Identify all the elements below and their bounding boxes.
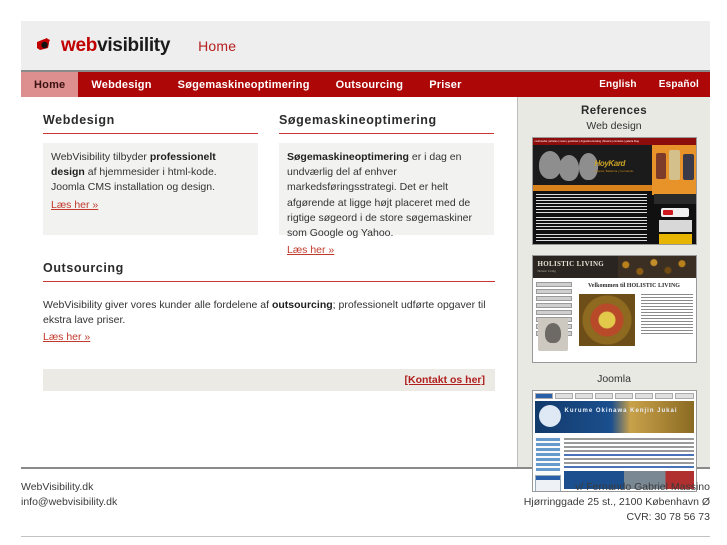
contact-us-link[interactable]: [Kontakt os her] <box>404 374 485 386</box>
thumb2-subtitle: Holistic Living <box>537 269 556 273</box>
contact-bar: [Kontakt os her] <box>43 369 495 391</box>
footer-owner: v/ Fernando Gabriel Massino <box>575 481 710 493</box>
section-webdesign-title: Webdesign <box>43 113 258 134</box>
site-footer: WebVisibility.dk info@webvisibility.dk v… <box>21 480 710 537</box>
page-title: Home <box>198 37 237 54</box>
nav-item-webdesign[interactable]: Webdesign <box>78 72 164 97</box>
thumb3-nav <box>534 393 694 399</box>
section-webdesign: Webdesign WebVisibility tilbyder profess… <box>43 113 258 235</box>
main-navigation: Home Webdesign Søgemaskineoptimering Out… <box>21 72 710 97</box>
thumb1-links: multimedia | artistas | news | gestionar… <box>534 140 639 143</box>
camera-eye-icon <box>36 37 56 54</box>
thumb1-logo-text: HoyKard <box>594 159 626 168</box>
logo-web-text: web <box>61 35 98 56</box>
thumb1-logo-sub: Música, Bailarina y Fernando <box>594 169 634 173</box>
footer-email[interactable]: info@webvisibility.dk <box>21 495 117 510</box>
thumb3-logo-mark <box>538 405 561 427</box>
site-header: webvisibility Home <box>21 21 710 72</box>
nav-item-outsourcing[interactable]: Outsourcing <box>323 72 417 97</box>
nav-item-priser[interactable]: Priser <box>416 72 474 97</box>
footer-cvr: CVR: 30 78 56 73 <box>626 511 710 524</box>
section-outsourcing-title: Outsourcing <box>43 261 495 282</box>
section-seo-body: Søgemaskineoptimering er i dag en undvær… <box>279 143 494 256</box>
nav-item-home[interactable]: Home <box>21 72 79 97</box>
outsourcing-readmore-link[interactable]: Læs her » <box>43 330 90 345</box>
thumb1-badge <box>658 234 692 244</box>
footer-address: Hjørringgade 25 st., 2100 København Ø <box>523 496 710 509</box>
thumb2-header: HOLISTIC LIVING Holistic Living <box>532 256 696 278</box>
thumb3-banner-title: Kurume Okinawa Kenjin Jukai <box>564 408 678 414</box>
seo-readmore-link[interactable]: Læs her » <box>287 243 334 258</box>
site-logo[interactable]: webvisibility <box>36 36 170 55</box>
thumb2-portrait <box>537 318 568 351</box>
main-content: Webdesign WebVisibility tilbyder profess… <box>21 97 517 467</box>
outsourcing-text-lead: WebVisibility giver vores kunder alle fo… <box>43 299 272 311</box>
nav-item-espanol[interactable]: Español <box>648 72 710 97</box>
reference-thumb-joomla-site[interactable]: Kurume Okinawa Kenjin Jukai <box>531 390 697 492</box>
references-sidebar: References Web design multimedia | artis… <box>517 97 710 492</box>
section-seo-title: Søgemaskineoptimering <box>279 113 494 134</box>
section-outsourcing: Outsourcing WebVisibility giver vores ku… <box>43 261 495 345</box>
footer-site-name: WebVisibility.dk <box>21 481 94 493</box>
thumb2-paragraph <box>640 294 693 334</box>
thumb2-headline: Velkommen til HOLISTIC LIVING <box>588 283 680 289</box>
reference-thumb-holistic-living[interactable]: HOLISTIC LIVING Holistic Living Velkomme… <box>531 255 697 363</box>
site-frame: webvisibility Home Home Webdesign Søgema… <box>21 21 710 492</box>
reference-thumb-hoykard[interactable]: multimedia | artistas | news | gestionar… <box>531 137 697 245</box>
webdesign-text-lead: WebVisibility tilbyder <box>51 151 150 163</box>
top-sections-row: Webdesign WebVisibility tilbyder profess… <box>43 113 495 256</box>
references-subtitle-webdesign: Web design <box>586 120 642 132</box>
thumb1-orange-panel <box>651 145 696 195</box>
references-subtitle-joomla: Joomla <box>597 373 631 385</box>
body-area: Webdesign WebVisibility tilbyder profess… <box>21 97 710 492</box>
page-root: webvisibility Home Home Webdesign Søgema… <box>0 0 727 545</box>
logo-wordmark: webvisibility <box>61 36 170 55</box>
thumb2-mandala-image <box>578 294 635 346</box>
footer-right: v/ Fernando Gabriel Massino Hjørringgade… <box>524 480 710 526</box>
thumb2-leaves-art <box>617 256 696 278</box>
nav-item-english[interactable]: English <box>588 72 648 97</box>
section-webdesign-body: WebVisibility tilbyder professionelt des… <box>43 143 258 235</box>
footer-left: WebVisibility.dk info@webvisibility.dk <box>21 480 117 526</box>
section-outsourcing-body: WebVisibility giver vores kunder alle fo… <box>43 291 495 345</box>
nav-item-soegemaskineoptimering[interactable]: Søgemaskineoptimering <box>165 72 323 97</box>
footer-divider <box>21 535 710 537</box>
outsourcing-text-bold: outsourcing <box>271 299 333 311</box>
section-seo: Søgemaskineoptimering Søgemaskineoptimer… <box>279 113 494 256</box>
thumb1-orange-bar <box>532 185 652 191</box>
seo-text-bold: Søgemaskineoptimering <box>287 151 409 163</box>
references-title: References <box>580 105 647 117</box>
thumb3-article <box>563 436 694 469</box>
thumb1-topbar: multimedia | artistas | news | gestionar… <box>532 138 696 145</box>
logo-visibility-text: visibility <box>97 35 171 56</box>
thumb2-title: HOLISTIC LIVING <box>537 260 605 268</box>
thumb1-hero: HoyKard Música, Bailarina y Fernando <box>532 145 652 185</box>
thumb3-banner: Kurume Okinawa Kenjin Jukai <box>534 401 694 433</box>
youtube-icon <box>660 208 689 217</box>
webdesign-readmore-link[interactable]: Læs her » <box>51 198 98 213</box>
seo-text-rest: er i dag en undværlig del af enhver mark… <box>287 151 472 240</box>
